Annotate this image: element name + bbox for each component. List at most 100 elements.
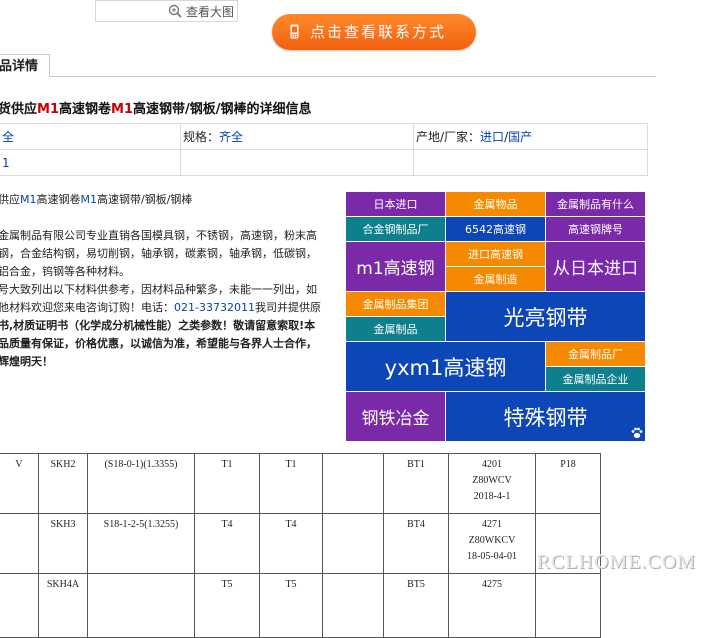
paw-icon [631,427,643,439]
tag-link[interactable]: m1高速钢 [346,242,446,292]
tag-link[interactable]: 高速钢牌号 [546,217,646,242]
spec-value-link[interactable]: 全 [2,130,14,144]
spec-cell: 规格：齐全 [180,123,414,150]
table-cell: 4275 [448,573,536,638]
table-cell: SKH2 [38,453,88,514]
watermark: RCLHOME.COM [536,551,696,573]
table-cell [87,573,195,638]
tag-link[interactable]: 6542高速钢 [446,217,546,242]
table-cell: (S18-0-1)(1.3355) [87,453,195,514]
cell-text: SKH2 [50,459,76,470]
tag-link[interactable]: 光亮钢带 [446,292,646,342]
phone-number: 021-33732011 [174,301,255,314]
cell-text: P18 [560,459,576,470]
spec-cell: 全 [0,123,181,150]
tag-link[interactable]: yxm1高速钢 [346,342,546,392]
tag-link[interactable]: 特殊钢带 [446,392,646,442]
spec-size-link[interactable]: 齐全 [219,130,243,144]
tab-divider [0,76,656,77]
spec-row: 全 规格：齐全 产地/厂家：进口/国产 [0,123,648,150]
tag-link[interactable]: 金属制品企业 [546,367,646,392]
tag-link[interactable]: 金属制品 [346,317,446,342]
table-cell: T5 [194,573,260,638]
tag-link[interactable]: 金属制品厂 [546,342,646,367]
view-contact-button[interactable]: 点击查看联系方式 [272,14,476,50]
table-cell: T5 [259,573,323,638]
tag-link[interactable]: 从日本进口 [546,242,646,292]
table-row: SKH3 S18-1-2-5(1.3255) T4 T4 BT4 4271 Z80WKCV 1… [0,513,601,574]
desc-spacer [0,209,344,227]
tag-link[interactable]: 进口高速钢 [446,242,546,267]
table-cell: T4 [259,513,323,574]
desc-line: 铝合金，钨钢等各种材料。 [0,265,130,278]
desc-line: 品质量有保证，价格优惠，以诚信为准，希望能与各界人士合作， [0,337,317,350]
table-cell [322,513,384,574]
cell-text: T5 [221,579,233,590]
cell-text: T4 [221,519,233,530]
desc-line: 金属制品有限公司专业直销各国模具钢，不锈钢，高速钢，粉末高 [0,229,317,242]
table-cell: T1 [259,453,323,514]
spec-table: 全 规格：齐全 产地/厂家：进口/国产 1 [0,123,648,176]
grade-comparison-table: V SKH2 (S18-0-1)(1.3355) T1 T1 BT1 4201 Z80WCV 2… [0,453,601,638]
page-title: 货供应M1高速钢卷M1高速钢带/钢板/钢棒的详细信息 [0,102,312,117]
table-cell: SKH4A [38,573,88,638]
tag-link[interactable]: 日本进口 [346,192,446,217]
product-description: 供应M1高速钢卷M1高速钢带/钢板/钢棒 金属制品有限公司专业直销各国模具钢，不… [0,191,344,371]
origin-import-link[interactable]: 进口 [480,130,504,144]
table-cell: 4271 Z80WKCV 18-05-04-01 [448,513,536,574]
table-cell: BT5 [383,573,449,638]
cell-text: T5 [285,579,297,590]
cell-text: T1 [221,459,233,470]
table-cell: BT4 [383,513,449,574]
cell-text: T1 [285,459,297,470]
cell-text: BT5 [407,579,425,590]
magnifier-plus-icon [168,4,182,18]
tab-product-details[interactable]: 品详情 [0,54,50,77]
cell-line: 4275 [482,579,502,590]
origin-domestic-link[interactable]: 国产 [508,130,532,144]
view-large-image-link[interactable]: 查看大图 [95,0,238,22]
table-cell: P18 [535,453,601,514]
spec-value-link[interactable]: 1 [2,156,10,170]
desc-line: 供应M1高速钢卷M1高速钢带/钢板/钢棒 [0,193,193,206]
table-cell [0,513,39,574]
cell-line: 4201 [482,459,502,470]
tag-link[interactable]: 金属制造 [446,267,546,292]
tag-link[interactable]: 金属物品 [446,192,546,217]
cell-text: SKH4A [46,579,80,590]
cell-text: S18-1-2-5(1.3255) [103,519,179,530]
table-cell: 4201 Z80WCV 2018-4-1 [448,453,536,514]
desc-line: 号大致列出以下材料供参考，因材料品种繁多，未能一一列出，如 [0,283,317,296]
desc-line: 他材料欢迎您来电咨询订购！电话：021-33732011我司并提供原 [0,301,321,314]
table-cell [0,573,39,638]
cell-line: 18-05-04-01 [467,551,517,562]
cell-line: Z80WCV [472,475,512,486]
table-cell: T1 [194,453,260,514]
contact-button-label: 点击查看联系方式 [310,23,447,41]
table-cell [535,573,601,638]
table-cell [322,573,384,638]
table-cell: T4 [194,513,260,574]
tag-link[interactable]: 钢铁冶金 [346,392,446,442]
desc-line: 书,材质证明书（化学成分机械性能）之类参数！敬请留意索取!本 [0,319,316,332]
table-cell: BT1 [383,453,449,514]
desc-line: 辉煌明天！ [0,355,53,368]
cell-text: BT4 [407,519,425,530]
cell-line: Z80WKCV [468,535,516,546]
table-cell: SKH3 [38,513,88,574]
tag-link[interactable]: 金属制品有什么 [546,192,646,217]
phone-icon [290,24,299,39]
tag-link[interactable]: 金属制品集团 [346,292,446,317]
table-cell [322,453,384,514]
spec-row: 1 [0,149,648,176]
cell-text: T4 [285,519,297,530]
cell-text: SKH3 [50,519,76,530]
cell-line: 2018-4-1 [473,491,511,502]
desc-line: 钢，合金结构钢，易切削钢，轴承钢，碳素钢，轴承钢，低碳钢， [0,247,317,260]
tab-label: 品详情 [0,59,39,74]
table-cell: S18-1-2-5(1.3255) [87,513,195,574]
tag-link[interactable]: 合金钢制品厂 [346,217,446,242]
table-cell: V [0,453,39,514]
table-row: SKH4A T5 T5 BT5 4275 [0,573,601,638]
cell-text: BT1 [407,459,425,470]
